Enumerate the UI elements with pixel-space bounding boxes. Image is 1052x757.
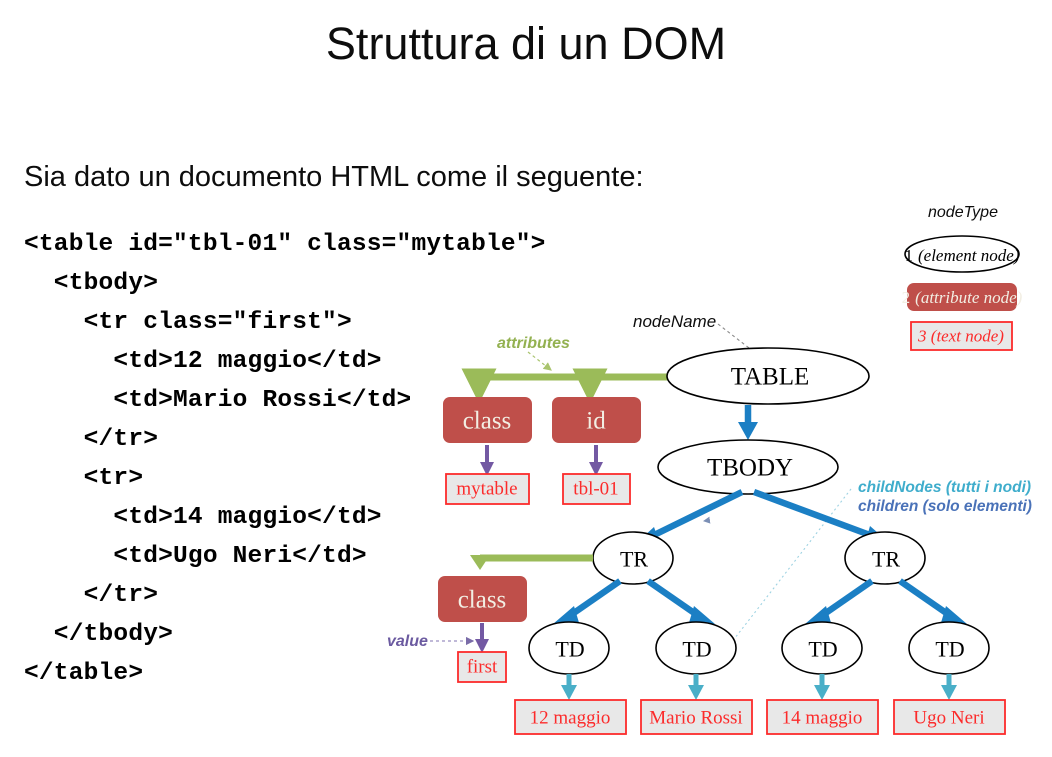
node-table: TABLE bbox=[666, 347, 870, 405]
node-td-2: TD bbox=[655, 621, 737, 675]
node-td-1: TD bbox=[528, 621, 610, 675]
edge-tr1-td1 bbox=[566, 578, 622, 620]
text-node-mariorossi: Mario Rossi bbox=[640, 699, 753, 735]
blue-arrowhead-tbody bbox=[738, 422, 758, 440]
text-node-14maggio: 14 maggio bbox=[766, 699, 879, 735]
childnodes-annotation: childNodes (tutti i nodi) bbox=[858, 479, 1031, 496]
text-label-first: first bbox=[467, 657, 498, 678]
teal-arrowhead-3 bbox=[814, 685, 830, 700]
children-annotation: children (solo elementi) bbox=[858, 498, 1032, 515]
nodename-annotation: nodeName bbox=[633, 312, 716, 331]
node-td-4: TD bbox=[908, 621, 990, 675]
legend-group: nodeType 1 (element node) 2 (attribute nod… bbox=[902, 204, 1023, 351]
text-node-tbl01: tbl-01 bbox=[562, 473, 631, 505]
attr-label-class-tr: class bbox=[458, 587, 507, 614]
teal-arrowhead-4 bbox=[941, 685, 957, 700]
label-tr1: TR bbox=[620, 547, 648, 572]
html-code-block: <table id="tbl-01" class="mytable"> <tbo… bbox=[24, 230, 546, 687]
label-td3: TD bbox=[808, 637, 837, 662]
intro-text: Sia dato un documento HTML come il segue… bbox=[24, 161, 644, 193]
text-node-first: first bbox=[457, 651, 507, 683]
legend-title: nodeType bbox=[928, 204, 998, 221]
attr-node-class-table: class bbox=[443, 397, 532, 443]
attr-label-class: class bbox=[463, 408, 512, 435]
edge-tr2-td3 bbox=[818, 578, 874, 620]
label-tbody: TBODY bbox=[707, 455, 793, 482]
edge-tr2-td4 bbox=[898, 578, 954, 620]
teal-arrowhead-2 bbox=[688, 685, 704, 700]
value-annotation: value bbox=[387, 633, 428, 650]
label-table: TABLE bbox=[731, 364, 810, 391]
attr-node-id-table: id bbox=[552, 397, 641, 443]
legend-element-node-label: 1 (element node) bbox=[905, 246, 1020, 265]
teal-arrowhead-1 bbox=[561, 685, 577, 700]
edge-tbody-tr1 bbox=[646, 489, 744, 541]
legend-text-node-label: 3 (text node) bbox=[917, 327, 1004, 346]
node-td-3: TD bbox=[781, 621, 863, 675]
text-label-t4: Ugo Neri bbox=[913, 708, 984, 729]
label-tr2: TR bbox=[872, 547, 900, 572]
slide-canvas: Struttura di un DOM Sia dato un document… bbox=[0, 0, 1052, 757]
text-label-mytable: mytable bbox=[456, 479, 517, 500]
label-td4: TD bbox=[935, 637, 964, 662]
text-label-tbl01: tbl-01 bbox=[573, 479, 618, 500]
label-td2: TD bbox=[682, 637, 711, 662]
node-tbody: TBODY bbox=[657, 439, 839, 495]
edge-tr1-td2 bbox=[646, 578, 702, 620]
node-tr-first: TR bbox=[592, 531, 674, 585]
text-node-12maggio: 12 maggio bbox=[514, 699, 627, 735]
attr-label-id: id bbox=[586, 408, 606, 435]
node-tr-second: TR bbox=[844, 531, 926, 585]
attr-node-class-tr: class bbox=[438, 576, 527, 622]
label-td1: TD bbox=[555, 637, 584, 662]
text-label-t3: 14 maggio bbox=[782, 708, 863, 729]
text-node-mytable: mytable bbox=[445, 473, 530, 505]
legend-attribute-node-label: 2 (attribute node) bbox=[902, 288, 1023, 307]
page-title: Struttura di un DOM bbox=[325, 18, 727, 69]
text-label-t1: 12 maggio bbox=[530, 708, 611, 729]
attributes-annotation: attributes bbox=[497, 335, 570, 352]
text-label-t2: Mario Rossi bbox=[649, 708, 742, 729]
text-node-ugoneri: Ugo Neri bbox=[893, 699, 1006, 735]
green-arrowhead-id bbox=[580, 383, 600, 398]
